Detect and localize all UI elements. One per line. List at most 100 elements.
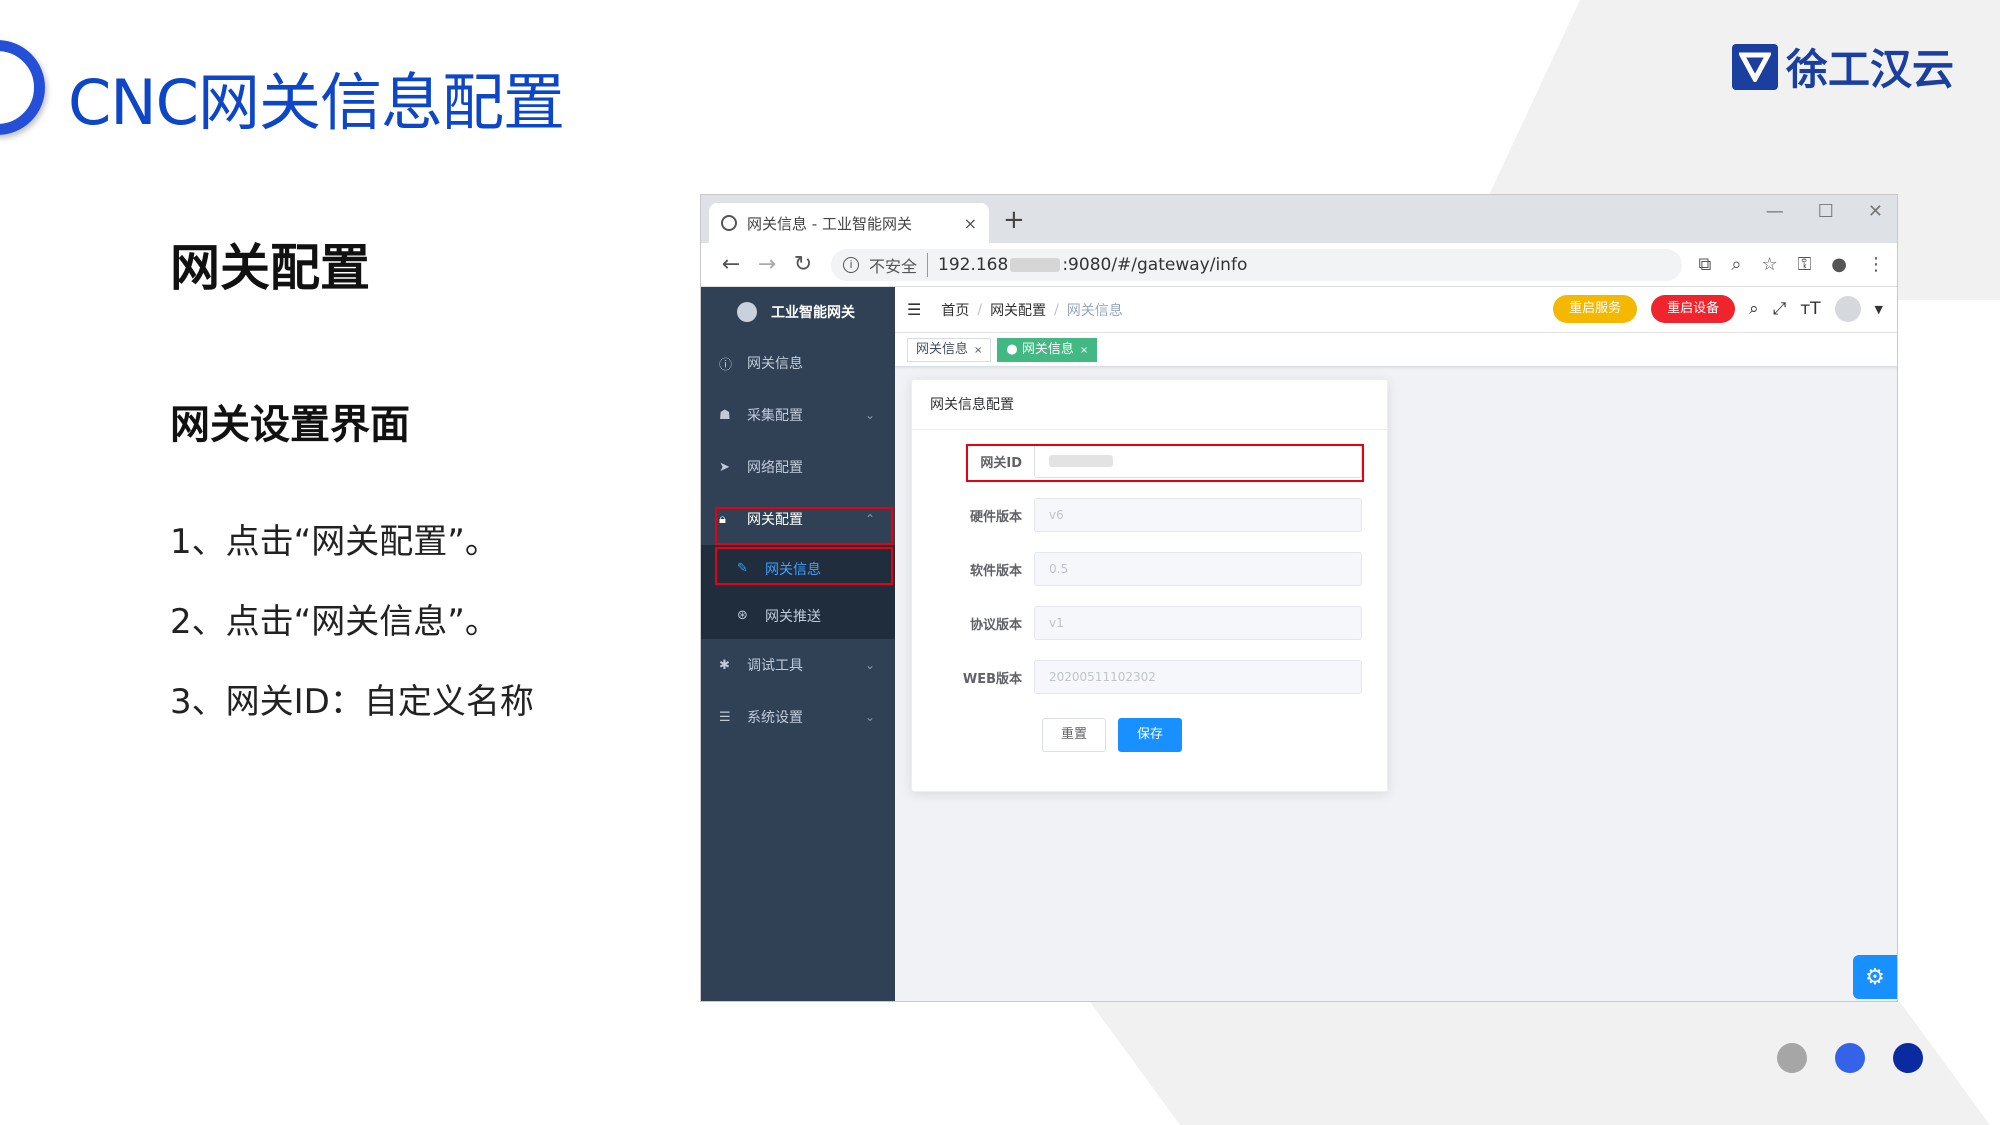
sidebar-item-network-config[interactable]: ➤ 网络配置 <box>701 441 895 493</box>
app-title: 工业智能网关 <box>771 305 855 321</box>
reset-button[interactable]: 重置 <box>1042 718 1107 752</box>
software-version-label: 软件版本 <box>969 563 1022 579</box>
close-icon[interactable]: × <box>964 214 977 233</box>
list-icon: ☰ <box>719 709 731 725</box>
address-icons: ⧉ ⌕ ☆ ⚿ ● ⋮ <box>1698 254 1885 275</box>
reload-icon[interactable]: ↻ <box>785 252 821 277</box>
dot-blue <box>1835 1043 1865 1073</box>
caret-down-icon[interactable]: ▼ <box>1875 303 1883 316</box>
hamburger-icon[interactable]: ☰ <box>907 300 921 319</box>
restart-service-button[interactable]: 重启服务 <box>1553 295 1638 323</box>
profile-icon[interactable]: ● <box>1831 254 1847 275</box>
back-icon[interactable]: ← <box>713 252 749 277</box>
highlight-frame-gateway-id <box>966 444 1364 482</box>
tag-gateway-info[interactable]: 网关信息 × <box>907 337 992 362</box>
highlight-frame-gateway-config <box>715 507 893 545</box>
gateway-info-card: 网关信息配置 网关ID 硬件版本 v6 软件版本 0.5 协议版本 v1 WEB… <box>911 379 1388 792</box>
tab-bar: 网关信息 - 工业智能网关 × + — ☐ ✕ <box>701 195 1897 243</box>
dot-navy <box>1893 1043 1923 1073</box>
browser-tab[interactable]: 网关信息 - 工业智能网关 × <box>709 203 989 243</box>
breadcrumb-separator: / <box>1054 301 1059 318</box>
sidebar-item-system-settings[interactable]: ☰ 系统设置 ⌄ <box>701 691 895 743</box>
url-suffix: :9080/#/gateway/info <box>1062 254 1248 275</box>
sidebar-item-label: 系统设置 <box>747 710 803 726</box>
redacted-ip <box>1010 257 1061 272</box>
tag-close-icon[interactable]: × <box>1080 345 1088 356</box>
forward-icon[interactable]: → <box>749 252 785 277</box>
translate-icon[interactable]: ⧉ <box>1698 254 1711 275</box>
debug-icon: ✱ <box>719 657 730 673</box>
avatar[interactable] <box>1834 296 1861 322</box>
info-icon[interactable]: i <box>843 256 859 273</box>
zoom-icon[interactable]: ⌕ <box>1731 254 1741 275</box>
close-window-button[interactable]: ✕ <box>1868 201 1883 222</box>
font-size-icon[interactable]: ᴛT <box>1800 299 1820 319</box>
push-icon: ⊛ <box>737 608 748 623</box>
sidebar-item-label: 调试工具 <box>747 658 803 674</box>
breadcrumb-current: 网关信息 <box>1066 302 1123 319</box>
sidebar-brand[interactable]: 工业智能网关 <box>701 287 895 337</box>
url-field[interactable]: i 不安全 192.168 :9080/#/gateway/info <box>831 248 1683 281</box>
breadcrumb-separator: / <box>977 301 983 318</box>
tags-view: 网关信息 × ● 网关信息 × <box>895 333 1897 367</box>
save-button[interactable]: 保存 <box>1118 718 1183 752</box>
step-item: 1、点击“网关配置”。 <box>170 522 499 562</box>
tag-gateway-info-active[interactable]: ● 网关信息 × <box>997 337 1098 362</box>
chevron-down-icon: ⌄ <box>864 408 875 422</box>
address-bar: ← → ↻ i 不安全 192.168 :9080/#/gateway/info… <box>701 243 1897 287</box>
sidebar-item-label: 网关推送 <box>765 608 821 625</box>
sidebar-item-debug-tools[interactable]: ✱ 调试工具 ⌄ <box>701 639 895 691</box>
navbar-actions: 重启服务 重启设备 ⌕ ⤢ ᴛT ▼ <box>1553 295 1883 323</box>
slide-title: CNC网关信息配置 <box>68 66 565 139</box>
gear-icon: ⚙ <box>1865 964 1885 990</box>
tag-label: 网关信息 <box>1021 341 1074 357</box>
browser-window: 网关信息 - 工业智能网关 × + — ☐ ✕ ← → ↻ i 不安全 192.… <box>700 194 1898 1002</box>
user-icon <box>737 302 757 322</box>
breadcrumb-home[interactable]: 首页 <box>941 300 969 320</box>
collect-icon: ☗ <box>719 407 731 423</box>
form-row-web-version: WEB版本 20200511102302 <box>912 660 1362 694</box>
hardware-version-label: 硬件版本 <box>969 509 1022 525</box>
web-version-input: 20200511102302 <box>1034 660 1362 694</box>
globe-icon <box>721 215 737 231</box>
top-navbar: ☰ 首页 / 网关配置 / 网关信息 重启服务 重启设备 ⌕ ⤢ ᴛT ▼ <box>895 287 1897 333</box>
key-icon[interactable]: ⚿ <box>1798 254 1812 275</box>
step-item: 3、网关ID：自定义名称 <box>170 682 534 722</box>
logo-icon <box>1732 43 1778 90</box>
sidebar-item-gateway-info[interactable]: ⓘ 网关信息 <box>701 337 895 389</box>
url-prefix: 192.168 <box>938 254 1009 275</box>
protocol-version-input: v1 <box>1034 606 1362 640</box>
section-heading: 网关配置 <box>170 239 370 297</box>
menu-icon[interactable]: ⋮ <box>1867 254 1885 275</box>
search-icon[interactable]: ⌕ <box>1749 299 1759 319</box>
window-controls: — ☐ ✕ <box>1766 201 1883 222</box>
logo-text: 徐工汉云 <box>1786 45 1955 94</box>
highlight-frame-gateway-info <box>715 547 893 585</box>
sidebar-subitem-gateway-push[interactable]: ⊛ 网关推送 <box>701 592 895 639</box>
settings-gear-button[interactable]: ⚙ <box>1853 955 1897 999</box>
new-tab-button[interactable]: + <box>1003 205 1025 235</box>
pagination-dots <box>1777 1043 1923 1073</box>
restart-device-button[interactable]: 重启设备 <box>1651 295 1736 323</box>
tag-close-icon[interactable]: × <box>974 345 982 356</box>
info-icon: ⓘ <box>719 357 733 373</box>
security-label: 不安全 <box>869 252 929 277</box>
dot-gray <box>1777 1043 1807 1073</box>
card-title: 网关信息配置 <box>912 380 1387 430</box>
chevron-down-icon: ⌄ <box>864 658 875 672</box>
protocol-version-label: 协议版本 <box>969 617 1022 633</box>
sidebar-item-label: 采集配置 <box>747 408 803 424</box>
form-row-protocol-version: 协议版本 v1 <box>912 606 1362 640</box>
sidebar-item-collect-config[interactable]: ☗ 采集配置 ⌄ <box>701 389 895 441</box>
tag-label: 网关信息 <box>916 341 969 357</box>
star-icon[interactable]: ☆ <box>1761 254 1777 275</box>
minimize-button[interactable]: — <box>1766 201 1784 222</box>
form-row-software-version: 软件版本 0.5 <box>912 552 1362 586</box>
breadcrumb-gateway-config[interactable]: 网关配置 <box>990 300 1046 320</box>
maximize-button[interactable]: ☐ <box>1818 201 1834 222</box>
sidebar: 工业智能网关 ⓘ 网关信息 ☗ 采集配置 ⌄ ➤ 网络配置 🔒︎ 网关配置 ⌃ … <box>701 287 895 1001</box>
form-row-hardware-version: 硬件版本 v6 <box>912 498 1362 532</box>
fullscreen-icon[interactable]: ⤢ <box>1773 299 1787 319</box>
hardware-version-input: v6 <box>1034 498 1362 532</box>
software-version-input: 0.5 <box>1034 552 1362 586</box>
